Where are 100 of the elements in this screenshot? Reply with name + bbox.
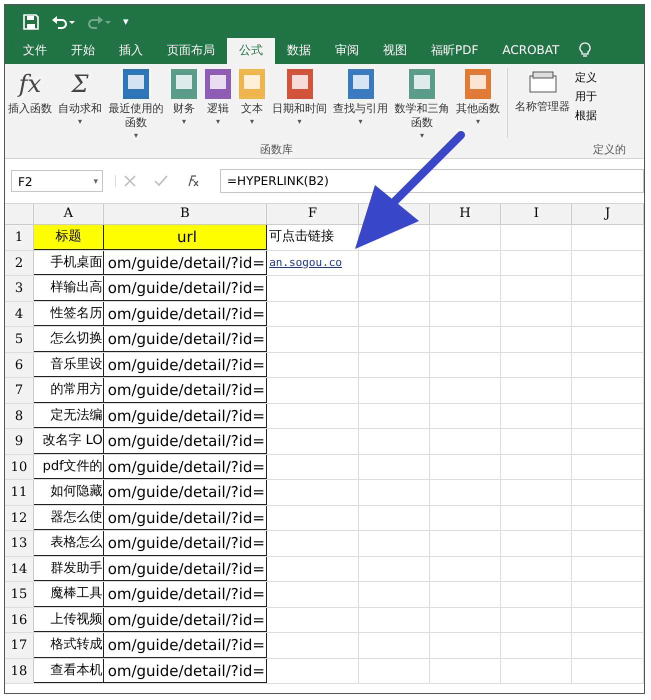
caret-icon: ▾ bbox=[78, 118, 82, 126]
row-header[interactable]: 8 bbox=[5, 404, 34, 428]
ribbon-button[interactable]: 最近使用的函数 ▾ bbox=[105, 68, 167, 140]
row-header[interactable]: 7 bbox=[5, 378, 34, 402]
ribbon-tab[interactable]: 页面布局 bbox=[155, 38, 227, 64]
table-cell: 样输出高 bbox=[34, 276, 104, 300]
name-manager-button[interactable]: 名称管理器 bbox=[512, 68, 573, 114]
ribbon-tab[interactable]: 公式 bbox=[227, 38, 275, 64]
caret-icon: ▾ bbox=[358, 118, 362, 126]
ribbon-tab[interactable]: 数据 bbox=[275, 38, 323, 64]
row-header[interactable]: 5 bbox=[5, 327, 34, 352]
table-cell: pdf文件的 bbox=[34, 454, 104, 479]
row-header[interactable]: 15 bbox=[5, 582, 34, 606]
table-cell: 格式转成 bbox=[34, 633, 104, 658]
row-header[interactable]: 10 bbox=[5, 454, 34, 479]
table-cell: om/guide/detail/?id= bbox=[104, 429, 268, 454]
table-cell: om/guide/detail/?id= bbox=[104, 302, 268, 326]
row-header[interactable]: 1 bbox=[5, 225, 34, 250]
table-cell: 表格怎么 bbox=[34, 531, 104, 556]
row-header[interactable]: 16 bbox=[5, 608, 34, 632]
caret-icon: ▾ bbox=[182, 118, 186, 126]
table-cell: 改名字 LO bbox=[34, 429, 104, 454]
caret-icon: ▾ bbox=[297, 118, 302, 126]
table-cell: 音乐里设 bbox=[34, 352, 104, 377]
table-cell: 上传视频 bbox=[34, 608, 104, 632]
table-cell: 定无法编 bbox=[34, 404, 104, 428]
ribbon-button[interactable]: 逻辑 ▾ bbox=[201, 68, 235, 126]
group-label: 函数库 bbox=[260, 142, 293, 157]
table-cell: 的常用方 bbox=[34, 378, 104, 402]
table-cell: om/guide/detail/?id= bbox=[104, 454, 268, 479]
insert-function-icon[interactable] bbox=[186, 175, 200, 187]
table-cell: om/guide/detail/?id= bbox=[104, 556, 268, 581]
row-header[interactable]: 17 bbox=[5, 633, 34, 658]
column-header[interactable]: H bbox=[430, 204, 502, 224]
column-header[interactable]: A bbox=[34, 204, 104, 224]
caret-icon[interactable]: ▾ bbox=[93, 171, 98, 193]
table-cell: om/guide/detail/?id= bbox=[104, 327, 268, 352]
ribbon-tab[interactable]: 文件 bbox=[11, 38, 59, 64]
ribbon-small-button[interactable]: 根据 bbox=[573, 108, 597, 123]
ribbon-button[interactable]: 其他函数 ▾ bbox=[453, 68, 503, 126]
table-cell: om/guide/detail/?id= bbox=[104, 633, 268, 658]
table-cell: 性签名历 bbox=[34, 302, 104, 326]
function-icon: Σ bbox=[72, 68, 88, 100]
ribbon-button[interactable]: 查找与引用 ▾ bbox=[330, 68, 391, 126]
row-header[interactable]: 2 bbox=[5, 250, 34, 275]
check-icon[interactable] bbox=[154, 175, 168, 187]
table-cell: om/guide/detail/?id= bbox=[104, 531, 268, 556]
ribbon-tab[interactable]: 视图 bbox=[371, 38, 419, 64]
caret-icon: ▾ bbox=[250, 118, 254, 126]
formula-field[interactable]: =HYPERLINK(B2) bbox=[220, 169, 644, 193]
row-header[interactable]: 18 bbox=[5, 658, 34, 683]
ribbon-tab[interactable]: 福昕PDF bbox=[419, 38, 490, 64]
ribbon-button[interactable]: fx 插入函数 bbox=[5, 68, 55, 116]
ribbon-button[interactable]: 日期和时间 ▾ bbox=[269, 68, 330, 126]
row-header[interactable]: 14 bbox=[5, 556, 34, 581]
ribbon-tab[interactable]: 审阅 bbox=[323, 38, 371, 64]
column-header[interactable]: I bbox=[501, 204, 572, 224]
lightbulb-icon[interactable] bbox=[579, 42, 592, 58]
column-header[interactable]: F bbox=[267, 204, 359, 224]
name-box-value: F2 bbox=[18, 175, 33, 189]
ribbon-button[interactable]: Σ 自动求和 ▾ bbox=[55, 68, 105, 126]
row-header[interactable]: 12 bbox=[5, 506, 34, 530]
undo-icon[interactable] bbox=[51, 14, 75, 30]
table-cell: om/guide/detail/?id= bbox=[104, 582, 268, 606]
name-box[interactable]: F2 ▾ bbox=[11, 170, 103, 192]
table-cell: 可点击链接 bbox=[269, 229, 334, 244]
column-header[interactable]: B bbox=[104, 204, 268, 224]
row-header[interactable]: 13 bbox=[5, 531, 34, 556]
table-cell: 怎么切换 bbox=[34, 327, 104, 352]
table-cell: om/guide/detail/?id= bbox=[104, 404, 268, 428]
table-cell: url bbox=[104, 225, 268, 250]
ribbon-small-button[interactable]: 用于 bbox=[573, 89, 597, 104]
row-header[interactable]: 3 bbox=[5, 276, 34, 300]
table-cell: om/guide/detail/?id= bbox=[104, 352, 268, 377]
hyperlink[interactable]: an.sogou.co bbox=[269, 256, 342, 268]
row-header[interactable]: 4 bbox=[5, 302, 34, 326]
table-cell: om/guide/detail/?id= bbox=[104, 276, 268, 300]
table-cell: 魔棒工具 bbox=[34, 582, 104, 606]
ribbon-button[interactable]: 财务 ▾ bbox=[167, 68, 201, 126]
ribbon-tab[interactable]: 开始 bbox=[59, 38, 107, 64]
caret-icon: ▾ bbox=[134, 132, 138, 140]
table-cell: 器怎么使 bbox=[34, 506, 104, 530]
column-header[interactable]: J bbox=[572, 204, 644, 224]
ribbon-button[interactable]: 文本 ▾ bbox=[235, 68, 269, 126]
save-icon[interactable] bbox=[23, 14, 39, 30]
ribbon-tab[interactable]: 插入 bbox=[107, 38, 155, 64]
caret-icon: ▾ bbox=[476, 118, 480, 126]
row-header[interactable]: 9 bbox=[5, 429, 34, 454]
row-header[interactable]: 6 bbox=[5, 352, 34, 377]
caret-icon: ▾ bbox=[420, 132, 424, 140]
table-cell: 手机桌面 bbox=[34, 250, 104, 275]
table-cell: om/guide/detail/?id= bbox=[104, 250, 268, 275]
ribbon-tab[interactable]: ACROBAT bbox=[490, 38, 572, 64]
row-header[interactable]: 11 bbox=[5, 480, 34, 504]
ribbon-small-button[interactable]: 定义 bbox=[573, 70, 597, 85]
table-cell: 如何隐藏 bbox=[34, 480, 104, 504]
customize-toolbar-button[interactable]: ▾ bbox=[123, 15, 129, 28]
ribbon-button[interactable]: 数学和三角函数 ▾ bbox=[391, 68, 453, 140]
table-cell: 群发助手 bbox=[34, 556, 104, 581]
table-cell: om/guide/detail/?id= bbox=[104, 506, 268, 530]
